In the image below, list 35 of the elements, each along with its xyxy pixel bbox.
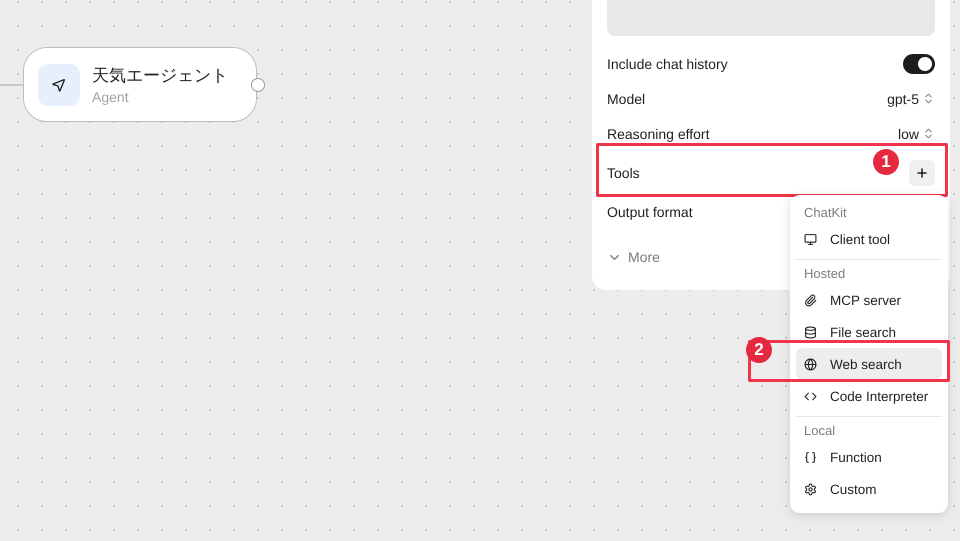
- section-header: Hosted: [803, 265, 846, 283]
- menu-item[interactable]: Custom: [796, 473, 942, 505]
- monitor-icon: [804, 232, 817, 246]
- setting-select[interactable]: low: [898, 126, 935, 142]
- node-type: Agent: [92, 89, 130, 105]
- globe-icon: [804, 358, 817, 370]
- setting-label: Include chat history: [607, 56, 728, 72]
- add-button[interactable]: [909, 160, 935, 186]
- setting-select[interactable]: gpt-5: [887, 90, 935, 106]
- setting-label: Reasoning effort: [607, 126, 710, 142]
- step-badge: 1: [873, 149, 899, 175]
- pointer-icon: [51, 76, 67, 92]
- setting-label: Model: [607, 90, 646, 106]
- node-title: 天気エージェント: [92, 65, 228, 87]
- menu-item[interactable]: File search: [796, 316, 942, 348]
- section-header: ChatKit: [803, 204, 848, 222]
- step-badge: 2: [746, 337, 772, 363]
- menu-item[interactable]: Function: [796, 441, 942, 473]
- database-icon: [804, 326, 817, 338]
- braces-icon: [804, 450, 817, 464]
- paperclip-icon: [804, 294, 817, 306]
- more-button[interactable]: More: [607, 249, 660, 265]
- output-port[interactable]: [251, 78, 265, 92]
- setting-label: Tools: [607, 164, 640, 180]
- plus-icon: [915, 166, 929, 180]
- toggle-switch[interactable]: [903, 54, 935, 74]
- menu-item[interactable]: Web search: [796, 348, 942, 380]
- menu-item[interactable]: Code Interpreter: [796, 380, 942, 412]
- agent-node[interactable]: 天気エージェント Agent: [23, 47, 257, 122]
- section-header: Local: [803, 422, 836, 440]
- settings-icon: [804, 482, 817, 496]
- menu-item[interactable]: MCP server: [796, 284, 942, 316]
- menu-item[interactable]: Client tool: [796, 223, 942, 255]
- code-icon: [804, 390, 817, 402]
- setting-label: Output format: [607, 204, 693, 220]
